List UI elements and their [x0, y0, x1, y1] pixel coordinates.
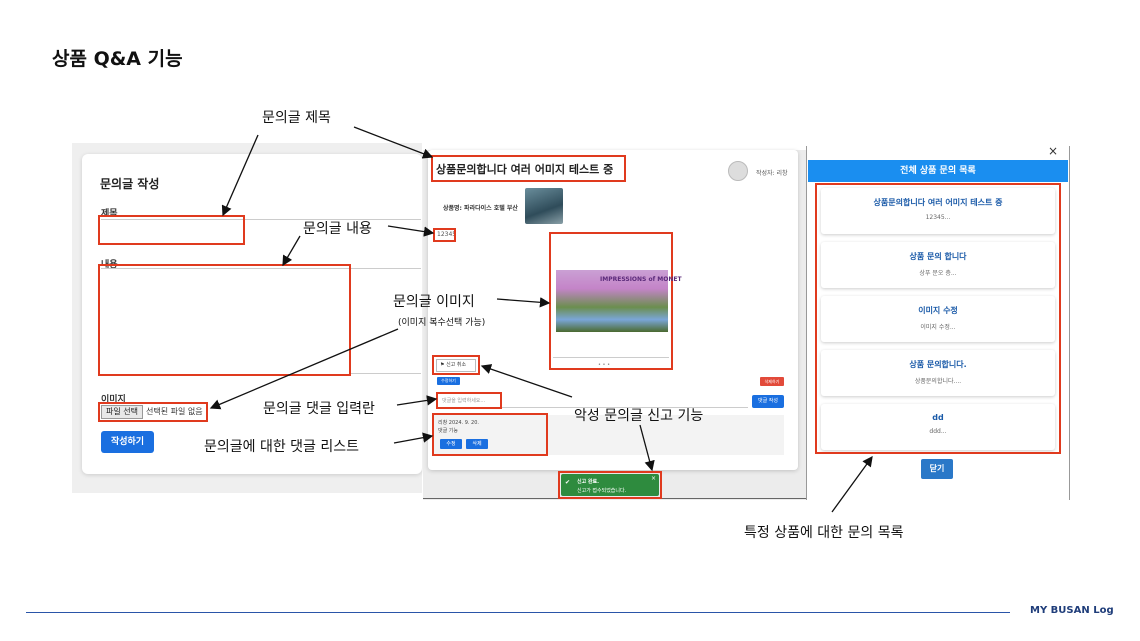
arrow-report: [480, 364, 573, 398]
arrow-content-text: [387, 225, 435, 237]
arrow-inquiry-list: [831, 455, 873, 513]
footer-line: [26, 612, 1010, 613]
arrow-post-title: [353, 126, 434, 159]
footer-brand: MY BUSAN Log: [1030, 605, 1114, 616]
arrow-comment-list: [393, 432, 434, 444]
arrow-subject: [221, 134, 259, 217]
annotation-arrows: [209, 126, 873, 513]
arrow-comment-input: [396, 395, 438, 406]
arrow-content: [282, 235, 301, 267]
arrow-image: [496, 297, 551, 308]
arrow-file: [209, 328, 399, 410]
arrow-toast: [639, 424, 655, 472]
